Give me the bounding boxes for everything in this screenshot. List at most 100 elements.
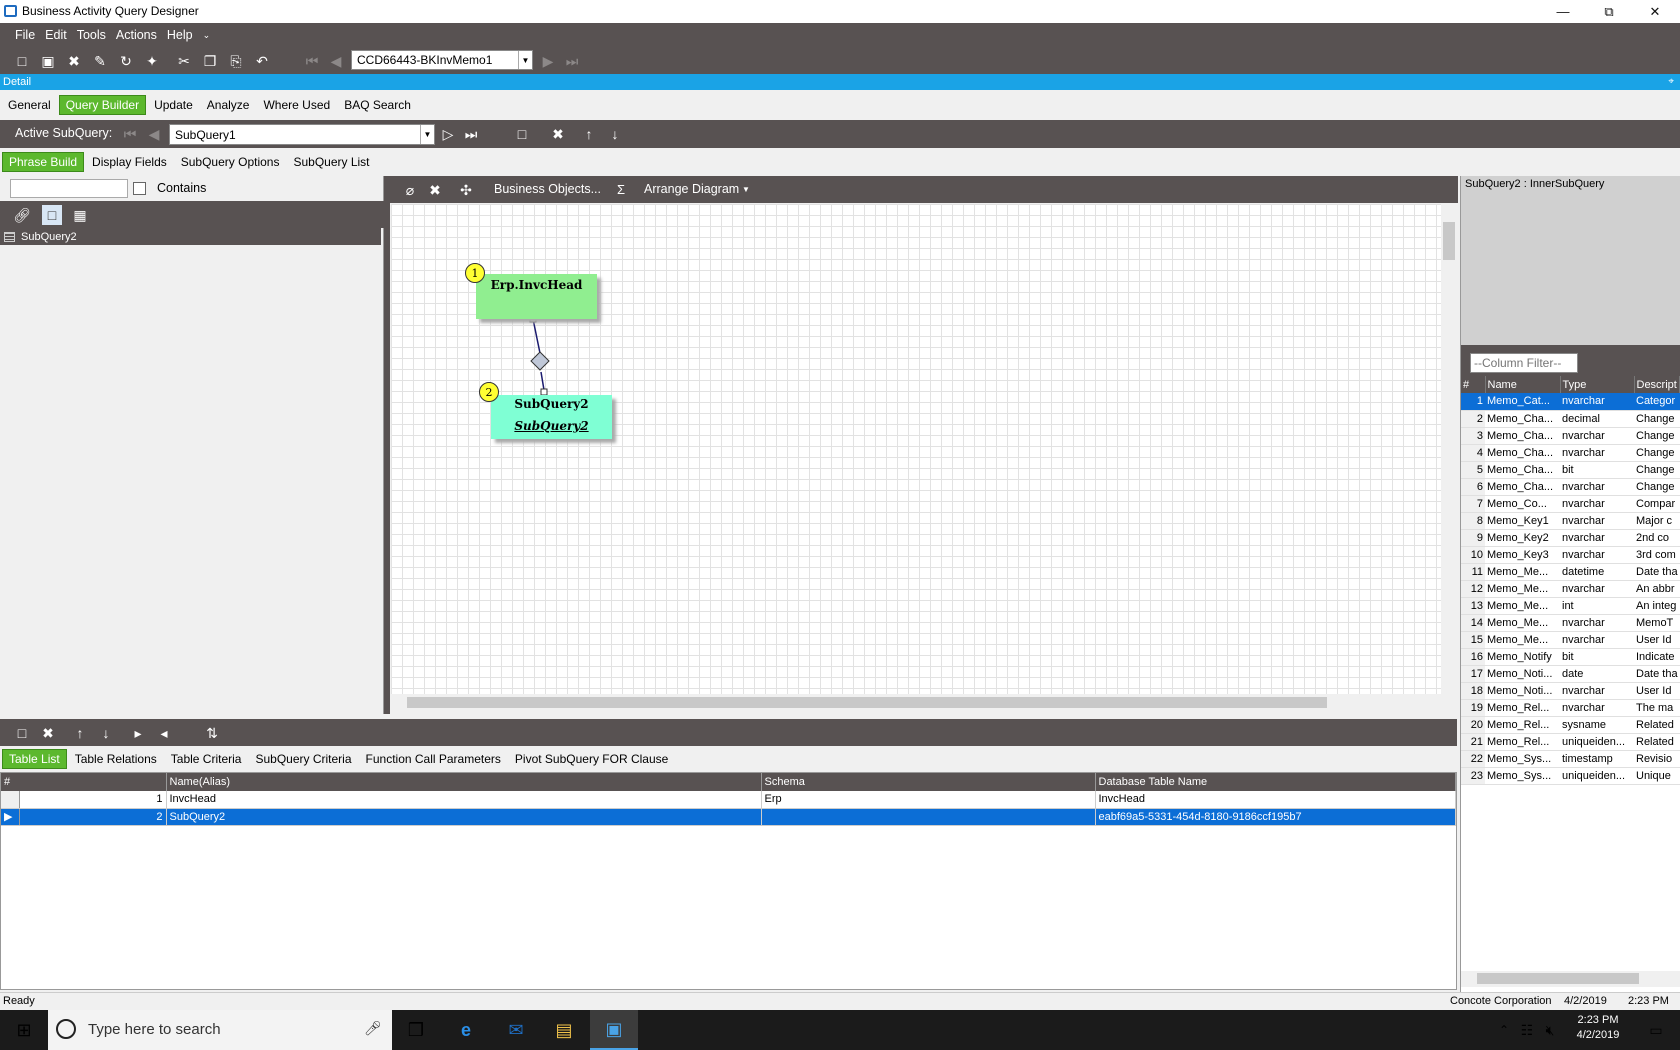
refresh-icon[interactable]: ↻ <box>116 51 136 71</box>
epicor-app-icon[interactable]: ▣ <box>590 1010 638 1050</box>
move-up-icon[interactable]: ↑ <box>579 124 599 144</box>
menu-tools[interactable]: Tools <box>72 28 111 42</box>
cut-icon[interactable]: ✂ <box>174 51 194 71</box>
column-row[interactable]: 9 Memo_Key2 nvarchar 2nd co <box>1461 529 1680 547</box>
name-alias-cell[interactable]: SubQuery2 <box>166 808 762 826</box>
column-row[interactable]: 20 Memo_Rel... sysname Related <box>1461 716 1680 734</box>
file-explorer-icon[interactable]: ▤ <box>540 1010 588 1050</box>
column-row[interactable]: 10 Memo_Key3 nvarchar 3rd com <box>1461 546 1680 564</box>
internet-explorer-icon[interactable]: e <box>442 1010 490 1050</box>
column-row[interactable]: 5 Memo_Cha... bit Change <box>1461 461 1680 479</box>
outlook-icon[interactable]: ✉ <box>492 1010 540 1050</box>
tab-phrase-build[interactable]: Phrase Build <box>2 152 85 172</box>
arrange-diagram-button[interactable]: Arrange Diagram <box>644 182 739 196</box>
chevron-down-icon[interactable]: ▼ <box>518 51 532 69</box>
database-table-cell[interactable]: eabf69a5-5331-454d-8180-9186ccf195b7 <box>1095 808 1456 826</box>
prev-icon[interactable]: ◀ <box>144 124 164 144</box>
last-icon[interactable]: ⏭ <box>461 124 481 144</box>
new-icon[interactable]: □ <box>12 723 32 743</box>
network-icon[interactable]: ☷ <box>1515 1010 1539 1050</box>
node-subtitle[interactable]: SubQuery2 <box>491 419 612 433</box>
minimize-button[interactable]: — <box>1540 0 1586 23</box>
delete-icon[interactable]: ✖ <box>64 51 84 71</box>
column-row[interactable]: 23 Memo_Sys... uniqueiden... Unique <box>1461 767 1680 785</box>
next-icon[interactable]: ▶ <box>538 51 558 71</box>
move-up-icon[interactable]: ↑ <box>70 723 90 743</box>
last-icon[interactable]: ⏭ <box>562 51 582 71</box>
column-row[interactable]: 8 Memo_Key1 nvarchar Major c <box>1461 512 1680 530</box>
clear-icon[interactable]: ✦ <box>142 51 162 71</box>
first-icon[interactable]: ⏮ <box>302 51 322 71</box>
chevron-down-icon[interactable]: ▼ <box>742 185 750 194</box>
row-header[interactable] <box>1 791 20 809</box>
diagram-canvas[interactable]: Erp.InvcHead 1 SubQuery2 SubQuery2 2 <box>391 204 1441 694</box>
column-header[interactable]: Schema <box>761 773 1096 791</box>
tab-subquery-options[interactable]: SubQuery Options <box>175 153 286 171</box>
calculator-icon[interactable]: ▦ <box>70 205 90 225</box>
tab-general[interactable]: General <box>2 96 57 114</box>
column-row[interactable]: 18 Memo_Noti... nvarchar User Id <box>1461 682 1680 700</box>
tab-function-call-parameters[interactable]: Function Call Parameters <box>360 750 507 768</box>
column-header[interactable]: Type <box>1560 376 1635 393</box>
first-icon[interactable]: ⏮ <box>120 124 140 144</box>
tab-baq-search[interactable]: BAQ Search <box>338 96 417 114</box>
column-row[interactable]: 13 Memo_Me... int An integ <box>1461 597 1680 615</box>
close-button[interactable]: ✕ <box>1632 0 1678 23</box>
tab-analyze[interactable]: Analyze <box>201 96 256 114</box>
contains-checkbox[interactable] <box>133 182 146 195</box>
name-alias-cell[interactable]: InvcHead <box>166 791 762 809</box>
panel-splitter[interactable] <box>384 176 390 714</box>
tab-update[interactable]: Update <box>148 96 199 114</box>
schema-cell[interactable]: Erp <box>761 791 1096 809</box>
column-header[interactable]: Name(Alias) <box>166 773 762 791</box>
column-row[interactable]: 19 Memo_Rel... nvarchar The ma <box>1461 699 1680 717</box>
column-header[interactable]: Name <box>1485 376 1561 393</box>
tree-item[interactable]: SubQuery2 <box>0 228 381 245</box>
menu-help[interactable]: Help <box>162 28 198 42</box>
chevron-down-icon[interactable]: ▼ <box>420 125 434 144</box>
column-row[interactable]: 6 Memo_Cha... nvarchar Change <box>1461 478 1680 496</box>
sort-icon[interactable]: ⇅ <box>202 723 222 743</box>
business-objects-icon[interactable]: ✣ <box>456 180 476 200</box>
schema-cell[interactable] <box>761 808 1096 826</box>
tab-subquery-list[interactable]: SubQuery List <box>287 153 375 171</box>
prev-icon[interactable]: ◀ <box>326 51 346 71</box>
link-icon[interactable]: ⌀ <box>400 180 420 200</box>
column-row[interactable]: 21 Memo_Rel... uniqueiden... Related <box>1461 733 1680 751</box>
menu-file[interactable]: File <box>10 28 40 42</box>
column-row[interactable]: 12 Memo_Me... nvarchar An abbr <box>1461 580 1680 598</box>
delete-icon[interactable]: ✖ <box>548 124 568 144</box>
link-icon[interactable]: 🔗︎ <box>12 205 32 225</box>
move-down-icon[interactable]: ↓ <box>605 124 625 144</box>
column-row[interactable]: 16 Memo_Notify bit Indicate <box>1461 648 1680 666</box>
column-row[interactable]: 15 Memo_Me... nvarchar User Id <box>1461 631 1680 649</box>
column-row[interactable]: 22 Memo_Sys... timestamp Revisio <box>1461 750 1680 768</box>
task-view-icon[interactable]: ❒ <box>392 1010 440 1050</box>
tab-where-used[interactable]: Where Used <box>257 96 336 114</box>
tab-table-list[interactable]: Table List <box>2 749 67 769</box>
new-icon[interactable]: □ <box>12 51 32 71</box>
active-subquery-select[interactable]: SubQuery1 ▼ <box>169 124 435 145</box>
diagram-vertical-scrollbar[interactable] <box>1441 204 1457 694</box>
column-row[interactable]: 1 Memo_Cat... nvarchar Categor <box>1461 393 1680 411</box>
table-row[interactable]: ▶ 2 SubQuery2 eabf69a5-5331-454d-8180-91… <box>1 808 1456 826</box>
view-toggle-icon[interactable]: □ <box>42 205 62 225</box>
column-header[interactable]: # <box>1 773 167 791</box>
volume-icon[interactable]: 🔇︎ <box>1538 1010 1562 1050</box>
tab-query-builder[interactable]: Query Builder <box>58 95 147 115</box>
new-subquery-icon[interactable]: □ <box>512 124 532 144</box>
record-select[interactable]: CCD66443-BKInvMemo1 ▼ <box>351 50 533 70</box>
delete-icon[interactable]: ✖ <box>38 723 58 743</box>
next-icon[interactable]: ▷ <box>438 124 458 144</box>
taskbar-search[interactable]: Type here to search 🎤︎ <box>48 1010 392 1050</box>
row-selector-icon[interactable]: ▶ <box>1 808 20 826</box>
database-table-cell[interactable]: InvcHead <box>1095 791 1456 809</box>
sigma-icon[interactable]: Σ <box>617 182 625 197</box>
tab-pivot-subquery[interactable]: Pivot SubQuery FOR Clause <box>509 750 674 768</box>
windows-start-icon[interactable]: ⊞ <box>0 1010 48 1050</box>
move-right-icon[interactable]: ▸ <box>128 723 148 743</box>
restore-button[interactable]: ⧉ <box>1586 0 1632 23</box>
column-filter-input[interactable] <box>1470 353 1578 373</box>
diagram-horizontal-scrollbar[interactable] <box>391 694 1441 711</box>
tab-subquery-criteria[interactable]: SubQuery Criteria <box>249 750 357 768</box>
